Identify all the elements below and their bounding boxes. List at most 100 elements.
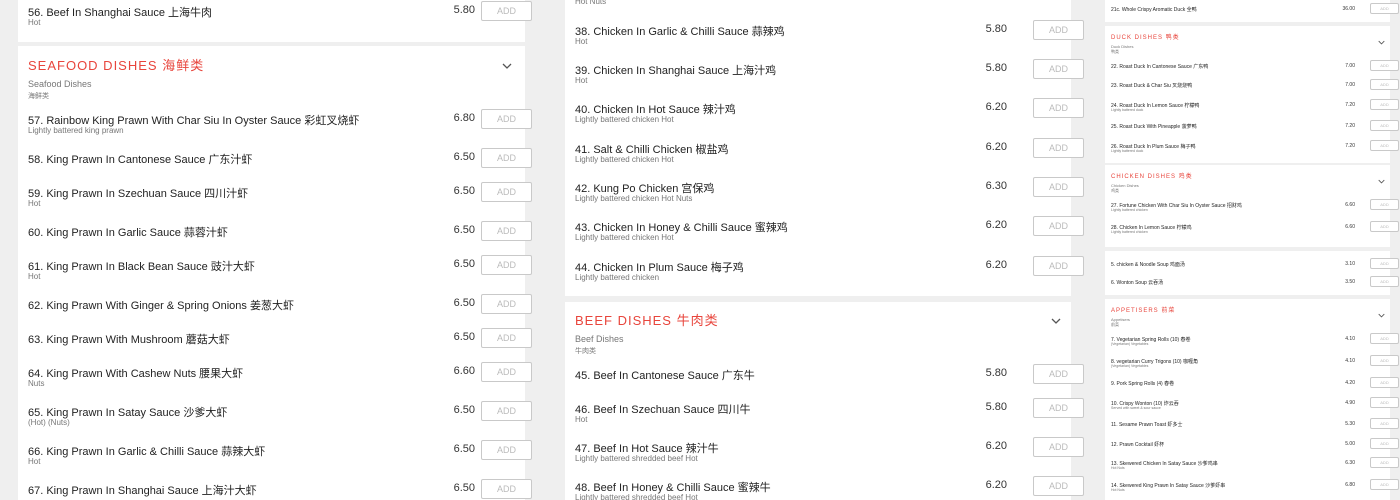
item-price: 6.50 [453, 482, 475, 494]
add-button[interactable]: ADD [1033, 364, 1084, 384]
add-button[interactable]: ADD [1370, 355, 1399, 366]
add-button[interactable]: ADD [481, 362, 532, 382]
add-button[interactable]: ADD [1370, 438, 1399, 449]
menu-item[interactable]: 57. Rainbow King Prawn With Char Siu In … [18, 109, 532, 146]
item-description: Nuts [28, 379, 45, 388]
add-button[interactable]: ADD [1033, 59, 1084, 79]
add-button[interactable]: ADD [1033, 437, 1084, 457]
add-button[interactable]: ADD [1370, 397, 1399, 408]
item-description: Lightly battered chicken Hot Nuts [575, 194, 693, 203]
section-title: APPETISERS 前菜 [1111, 308, 1176, 314]
chevron-down-icon[interactable] [1051, 313, 1061, 324]
add-button[interactable]: ADD [1370, 3, 1399, 14]
menu-item[interactable]: 11. Sesame Prawn Toast 虾多士 5.30 ADD [1105, 418, 1399, 439]
item-name: 66. King Prawn In Garlic & Chilli Sauce … [28, 446, 266, 458]
add-button[interactable]: ADD [1370, 479, 1399, 490]
chevron-down-icon[interactable] [1378, 306, 1385, 318]
menu-item[interactable]: 9. Pork Spring Rolls (4) 春卷 4.20 ADD [1105, 377, 1399, 398]
menu-item[interactable]: 43. Chicken In Honey & Chilli Sauce 蜜辣鸡 L… [565, 216, 1084, 253]
item-name: 9. Pork Spring Rolls (4) 春卷 [1111, 381, 1175, 387]
menu-item[interactable]: 45. Beef In Cantonese Sauce 广东牛 5.80 ADD [565, 364, 1084, 401]
add-button[interactable]: ADD [1033, 20, 1084, 40]
chevron-down-icon[interactable] [1378, 33, 1385, 45]
add-button[interactable]: ADD [481, 109, 532, 129]
menu-item[interactable]: 66. King Prawn In Garlic & Chilli Sauce … [18, 440, 532, 477]
item-price: 6.50 [453, 404, 475, 416]
menu-item[interactable]: 61. King Prawn In Black Bean Sauce 豉汁大虾 H… [18, 255, 532, 292]
menu-item[interactable]: 63. King Prawn With Mushroom 蘑菇大虾 6.50 ADD [18, 328, 532, 365]
menu-item[interactable]: 44. Chicken In Plum Sauce 梅子鸡 Lightly bat… [565, 256, 1084, 293]
add-button[interactable]: ADD [1370, 457, 1399, 468]
menu-item[interactable]: 40. Chicken In Hot Sauce 辣汁鸡 Lightly batt… [565, 98, 1084, 135]
menu-item[interactable]: 27. Fortune Chicken With Char Siu In Oys… [1105, 199, 1399, 220]
menu-item[interactable]: 42. Kung Po Chicken 宫保鸡 Lightly battered … [565, 177, 1084, 214]
menu-item[interactable]: 58. King Prawn In Cantonese Sauce 广东汁虾 6.… [18, 148, 532, 185]
add-button[interactable]: ADD [481, 440, 532, 460]
add-button[interactable]: ADD [1370, 140, 1399, 151]
menu-item[interactable]: 6. Wonton Soup 云吞汤 3.50 ADD [1105, 276, 1399, 297]
add-button[interactable]: ADD [481, 401, 532, 421]
add-button[interactable]: ADD [1370, 377, 1399, 388]
add-button[interactable]: ADD [1370, 221, 1399, 232]
item-name: 38. Chicken In Garlic & Chilli Sauce 蒜辣鸡 [575, 26, 785, 38]
menu-item[interactable]: 28. Chicken In Lemon Sauce 柠檬鸡 Lightly ba… [1105, 221, 1399, 242]
menu-item[interactable]: 38. Chicken In Garlic & Chilli Sauce 蒜辣鸡… [565, 20, 1084, 57]
menu-item[interactable]: 65. King Prawn In Satay Sauce 沙爹大虾 (Hot) … [18, 401, 532, 438]
add-button[interactable]: ADD [481, 221, 532, 241]
add-button[interactable]: ADD [1370, 418, 1399, 429]
menu-item[interactable]: 8. vegetarian Curry Trigons (10) 咖喱角 (Veg… [1105, 355, 1399, 376]
add-button[interactable]: ADD [481, 1, 532, 21]
menu-item[interactable]: 64. King Prawn With Cashew Nuts 腰果大虾 Nuts… [18, 362, 532, 399]
add-button[interactable]: ADD [1033, 98, 1084, 118]
add-button[interactable]: ADD [1370, 199, 1399, 210]
menu-item[interactable]: 5. chicken & Noodle Soup 鸡面汤 3.10 ADD [1105, 258, 1399, 279]
add-button[interactable]: ADD [481, 255, 532, 275]
item-price: 5.80 [985, 23, 1007, 35]
menu-item[interactable]: 48. Beef In Honey & Chilli Sauce 蜜辣牛 Ligh… [565, 476, 1084, 500]
menu-item[interactable]: 41. Salt & Chilli Chicken 椒盐鸡 Lightly bat… [565, 138, 1084, 175]
add-button[interactable]: ADD [481, 328, 532, 348]
menu-item[interactable]: 59. King Prawn In Szechuan Sauce 四川汁虾 Hot… [18, 182, 532, 219]
item-price: 6.20 [985, 101, 1007, 113]
add-button[interactable]: ADD [1033, 398, 1084, 418]
chevron-down-icon[interactable] [1378, 172, 1385, 184]
item-name: 59. King Prawn In Szechuan Sauce 四川汁虾 [28, 188, 249, 200]
menu-item[interactable]: 7. Vegetarian Spring Rolls (10) 春卷 (Veget… [1105, 333, 1399, 354]
add-button[interactable]: ADD [481, 148, 532, 168]
add-button[interactable]: ADD [1033, 476, 1084, 496]
add-button[interactable]: ADD [1370, 99, 1399, 110]
add-button[interactable]: ADD [1033, 216, 1084, 236]
add-button[interactable]: ADD [481, 294, 532, 314]
menu-item[interactable]: 46. Beef In Szechuan Sauce 四川牛 Hot 5.80 ADD [565, 398, 1084, 435]
menu-item[interactable]: 10. Crispy Wonton (10) 炸云吞 Served with sw… [1105, 397, 1399, 418]
menu-item[interactable]: 62. King Prawn With Ginger & Spring Onio… [18, 294, 532, 331]
menu-item[interactable]: 21c. Whole Crispy Aromatic Duck 全鸭 36.00 A… [1105, 3, 1399, 24]
menu-item[interactable]: 56. Beef In Shanghai Sauce 上海牛肉 Hot 5.80 AD… [18, 1, 532, 38]
add-button[interactable]: ADD [1370, 120, 1399, 131]
add-button[interactable]: ADD [1033, 256, 1084, 276]
add-button[interactable]: ADD [1370, 79, 1399, 90]
menu-item[interactable]: 67. King Prawn In Shanghai Sauce 上海汁大虾 6.… [18, 479, 532, 500]
menu-item[interactable]: 39. Chicken In Shanghai Sauce 上海汁鸡 Hot 5.8… [565, 59, 1084, 96]
menu-item[interactable]: 22. Roast Duck In Cantonese Sauce 广东鸭 7.0… [1105, 60, 1399, 81]
add-button[interactable]: ADD [1033, 177, 1084, 197]
add-button[interactable]: ADD [1370, 60, 1399, 71]
menu-item[interactable]: 60. King Prawn In Garlic Sauce 蒜蓉汁虾 6.50 A… [18, 221, 532, 258]
menu-item[interactable]: 24. Roast Duck In Lemon Sauce 柠檬鸭 Lightly… [1105, 99, 1399, 120]
menu-item[interactable]: 12. Prawn Cocktail 虾杯 5.00 ADD [1105, 438, 1399, 459]
menu-item[interactable]: 23. Roast Duck & Char Siu 叉烧烧鸭 7.00 ADD [1105, 79, 1399, 100]
menu-item[interactable]: 26. Roast Duck In Plum Sauce 梅子鸭 Lightly … [1105, 140, 1399, 161]
add-button[interactable]: ADD [1370, 333, 1399, 344]
chevron-down-icon[interactable] [502, 58, 512, 69]
add-button[interactable]: ADD [481, 182, 532, 202]
menu-item[interactable]: 13. Skewered Chicken In Satay Sauce 沙爹鸡串… [1105, 457, 1399, 478]
item-price: 6.60 [1345, 202, 1355, 208]
item-price: 6.50 [453, 151, 475, 163]
add-button[interactable]: ADD [1370, 276, 1399, 287]
add-button[interactable]: ADD [1033, 138, 1084, 158]
menu-item[interactable]: 47. Beef In Hot Sauce 辣汁牛 Lightly battere… [565, 437, 1084, 474]
menu-item[interactable]: 25. Roast Duck With Pineapple 菠萝鸭 7.20 ADD [1105, 120, 1399, 141]
menu-item[interactable]: 14. Skewered King Prawn In Satay Sauce 沙… [1105, 479, 1399, 500]
add-button[interactable]: ADD [481, 479, 532, 499]
add-button[interactable]: ADD [1370, 258, 1399, 269]
